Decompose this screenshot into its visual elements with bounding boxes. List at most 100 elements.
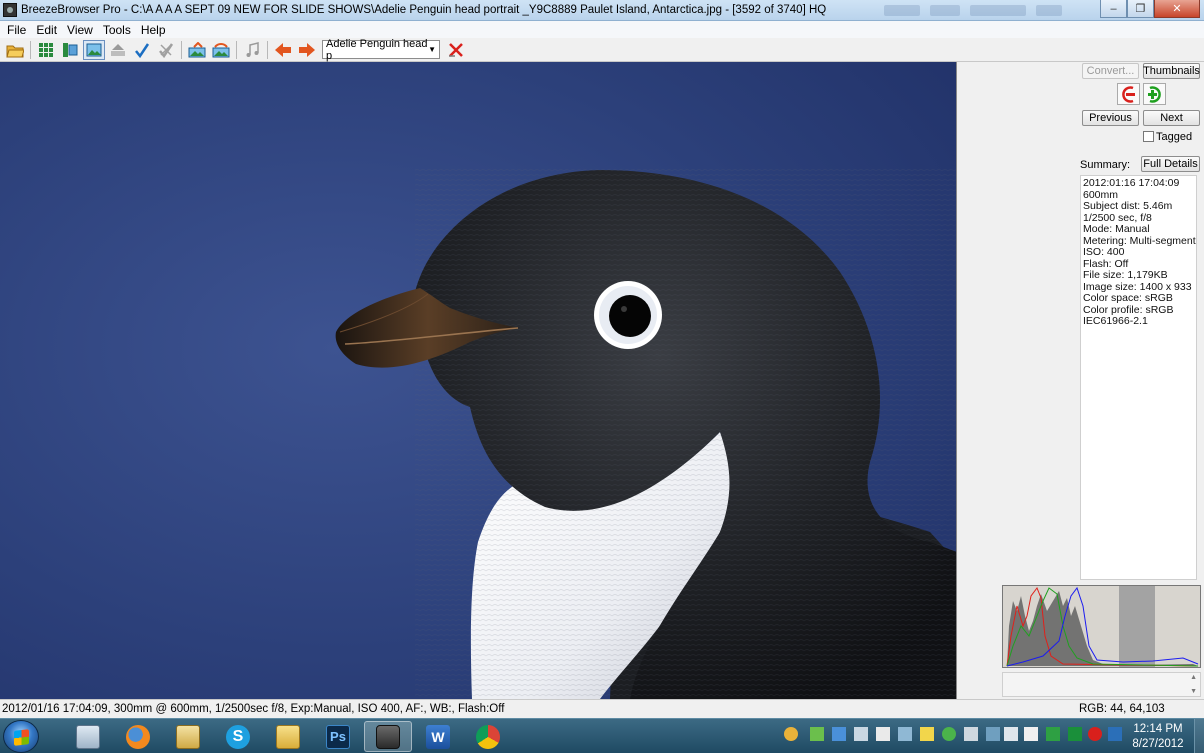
clock-date: 8/27/2012	[1132, 738, 1184, 750]
tray-app-icon[interactable]	[942, 727, 956, 741]
tray-app-icon[interactable]	[810, 727, 824, 741]
untag-button[interactable]	[155, 40, 177, 60]
taskbar-breezebrowser[interactable]	[364, 721, 412, 752]
chrome-icon	[476, 724, 500, 749]
penguin-photo	[0, 62, 956, 699]
menu-file[interactable]: File	[2, 23, 31, 37]
thumbnail-preview-button[interactable]	[59, 40, 81, 60]
file-explorer-icon	[276, 724, 300, 749]
taskbar-calculator[interactable]	[64, 721, 112, 752]
tray-app-icon[interactable]	[898, 727, 912, 741]
panel-scrollbar[interactable]: ▲ ▼	[1002, 672, 1201, 697]
image-select[interactable]: Adelie Penguin head p ▼	[322, 37, 440, 62]
single-image-icon	[86, 43, 102, 56]
open-folder-button[interactable]	[4, 40, 26, 60]
next-button[interactable]: Next	[1143, 110, 1200, 126]
firefox-icon	[126, 724, 150, 749]
title-bar: BreezeBrowser Pro - C:\A A A A SEPT 09 N…	[0, 0, 1204, 21]
title-bar-ghost	[1036, 5, 1062, 16]
taskbar-word[interactable]: W	[414, 721, 462, 752]
photoshop-icon: Ps	[326, 724, 350, 749]
tray-app-icon[interactable]	[1046, 727, 1060, 741]
calculator-icon	[76, 724, 100, 749]
landscape-button[interactable]	[186, 40, 208, 60]
previous-button[interactable]: Previous	[1082, 110, 1139, 126]
summary-label: Summary:	[1080, 159, 1131, 171]
volume-icon[interactable]	[964, 727, 978, 741]
network-icon[interactable]	[1108, 727, 1122, 741]
detail-line: Mode: Manual	[1083, 223, 1150, 235]
image-select-value: Adelie Penguin head p	[326, 37, 428, 62]
toolbar: Adelie Penguin head p ▼	[0, 38, 1204, 62]
next-image-button[interactable]	[1143, 83, 1166, 105]
image-viewer[interactable]	[0, 62, 957, 699]
close-button[interactable]: ✕	[1154, 0, 1200, 18]
rotate-left-icon	[1122, 85, 1135, 103]
taskbar-clock[interactable]: 12:14 PM 8/27/2012	[1128, 722, 1188, 752]
convert-button[interactable]: Convert...	[1082, 63, 1139, 79]
grid-thumbnails-button[interactable]	[35, 40, 57, 60]
status-rgb: RGB: 44, 64,103	[1079, 703, 1165, 715]
menu-edit[interactable]: Edit	[31, 23, 62, 37]
window-controls: – ❐ ✕	[1100, 0, 1200, 18]
restore-icon: ❐	[1135, 3, 1146, 15]
maximize-button[interactable]: ❐	[1127, 0, 1154, 18]
taskbar-firefox[interactable]	[114, 721, 162, 752]
music-note-icon	[246, 41, 259, 57]
raw-button[interactable]	[107, 40, 129, 60]
start-button[interactable]	[3, 720, 39, 753]
scroll-up-icon[interactable]: ▲	[1190, 674, 1197, 681]
notification-icon[interactable]	[784, 727, 798, 741]
menu-tools[interactable]: Tools	[98, 23, 136, 37]
tray-app-icon[interactable]	[1068, 727, 1082, 741]
status-info: 2012/01/16 17:04:09, 300mm @ 600mm, 1/25…	[2, 703, 505, 715]
taskbar-mail[interactable]	[164, 721, 212, 752]
tray-app-icon[interactable]	[1024, 727, 1038, 741]
detail-line: File size: 1,179KB	[1083, 269, 1168, 281]
previous-image-button[interactable]	[1117, 83, 1140, 105]
show-desktop-button[interactable]	[1194, 719, 1204, 753]
forward-button[interactable]	[296, 40, 318, 60]
tagged-label: Tagged	[1156, 131, 1193, 143]
music-button[interactable]	[241, 40, 263, 60]
detail-line: IEC61966-2.1	[1083, 315, 1148, 327]
usb-icon[interactable]	[876, 727, 890, 741]
back-button[interactable]	[272, 40, 294, 60]
untag-icon	[159, 42, 174, 58]
menu-bar: File Edit View Tools Help	[0, 21, 1204, 38]
tag-button[interactable]	[131, 40, 153, 60]
tray-app-icon[interactable]	[986, 727, 1000, 741]
tray-app-icon[interactable]	[1088, 727, 1102, 741]
thumbnails-button[interactable]: Thumbnails	[1143, 63, 1200, 79]
signal-icon[interactable]	[854, 727, 868, 741]
mail-icon	[176, 724, 200, 749]
bluetooth-icon[interactable]	[832, 727, 846, 741]
tagged-checkbox[interactable]	[1143, 131, 1154, 142]
arrow-right-icon	[299, 42, 315, 57]
toolbar-separator	[30, 40, 31, 59]
tray-app-icon[interactable]	[920, 727, 934, 741]
info-panel: Convert... Thumbnails Previous Next Tagg…	[957, 62, 1204, 699]
minimize-button[interactable]: –	[1100, 0, 1127, 18]
taskbar-skype[interactable]: S	[214, 721, 262, 752]
toolbar-separator	[236, 40, 237, 59]
title-bar-ghost	[930, 5, 960, 16]
menu-view[interactable]: View	[62, 23, 98, 37]
landscape-export-icon	[212, 42, 230, 57]
menu-help[interactable]: Help	[136, 23, 171, 37]
delete-button[interactable]	[445, 40, 467, 60]
toolbar-separator	[267, 40, 268, 59]
title-bar-ghost	[884, 5, 920, 16]
app-icon	[3, 3, 17, 17]
single-image-button[interactable]	[83, 39, 105, 60]
taskbar-explorer[interactable]	[264, 721, 312, 752]
status-bar: 2012/01/16 17:04:09, 300mm @ 600mm, 1/25…	[0, 699, 1204, 718]
grid-thumbnails-icon	[39, 42, 53, 57]
taskbar-chrome[interactable]	[464, 721, 512, 752]
taskbar-photoshop[interactable]: Ps	[314, 721, 362, 752]
flag-icon[interactable]	[1004, 727, 1018, 741]
full-details-button[interactable]: Full Details	[1141, 156, 1200, 172]
landscape-export-button[interactable]	[210, 40, 232, 60]
taskbar: S Ps W 12:14 PM 8/27/2012	[0, 718, 1204, 753]
scroll-down-icon[interactable]: ▼	[1190, 688, 1197, 695]
